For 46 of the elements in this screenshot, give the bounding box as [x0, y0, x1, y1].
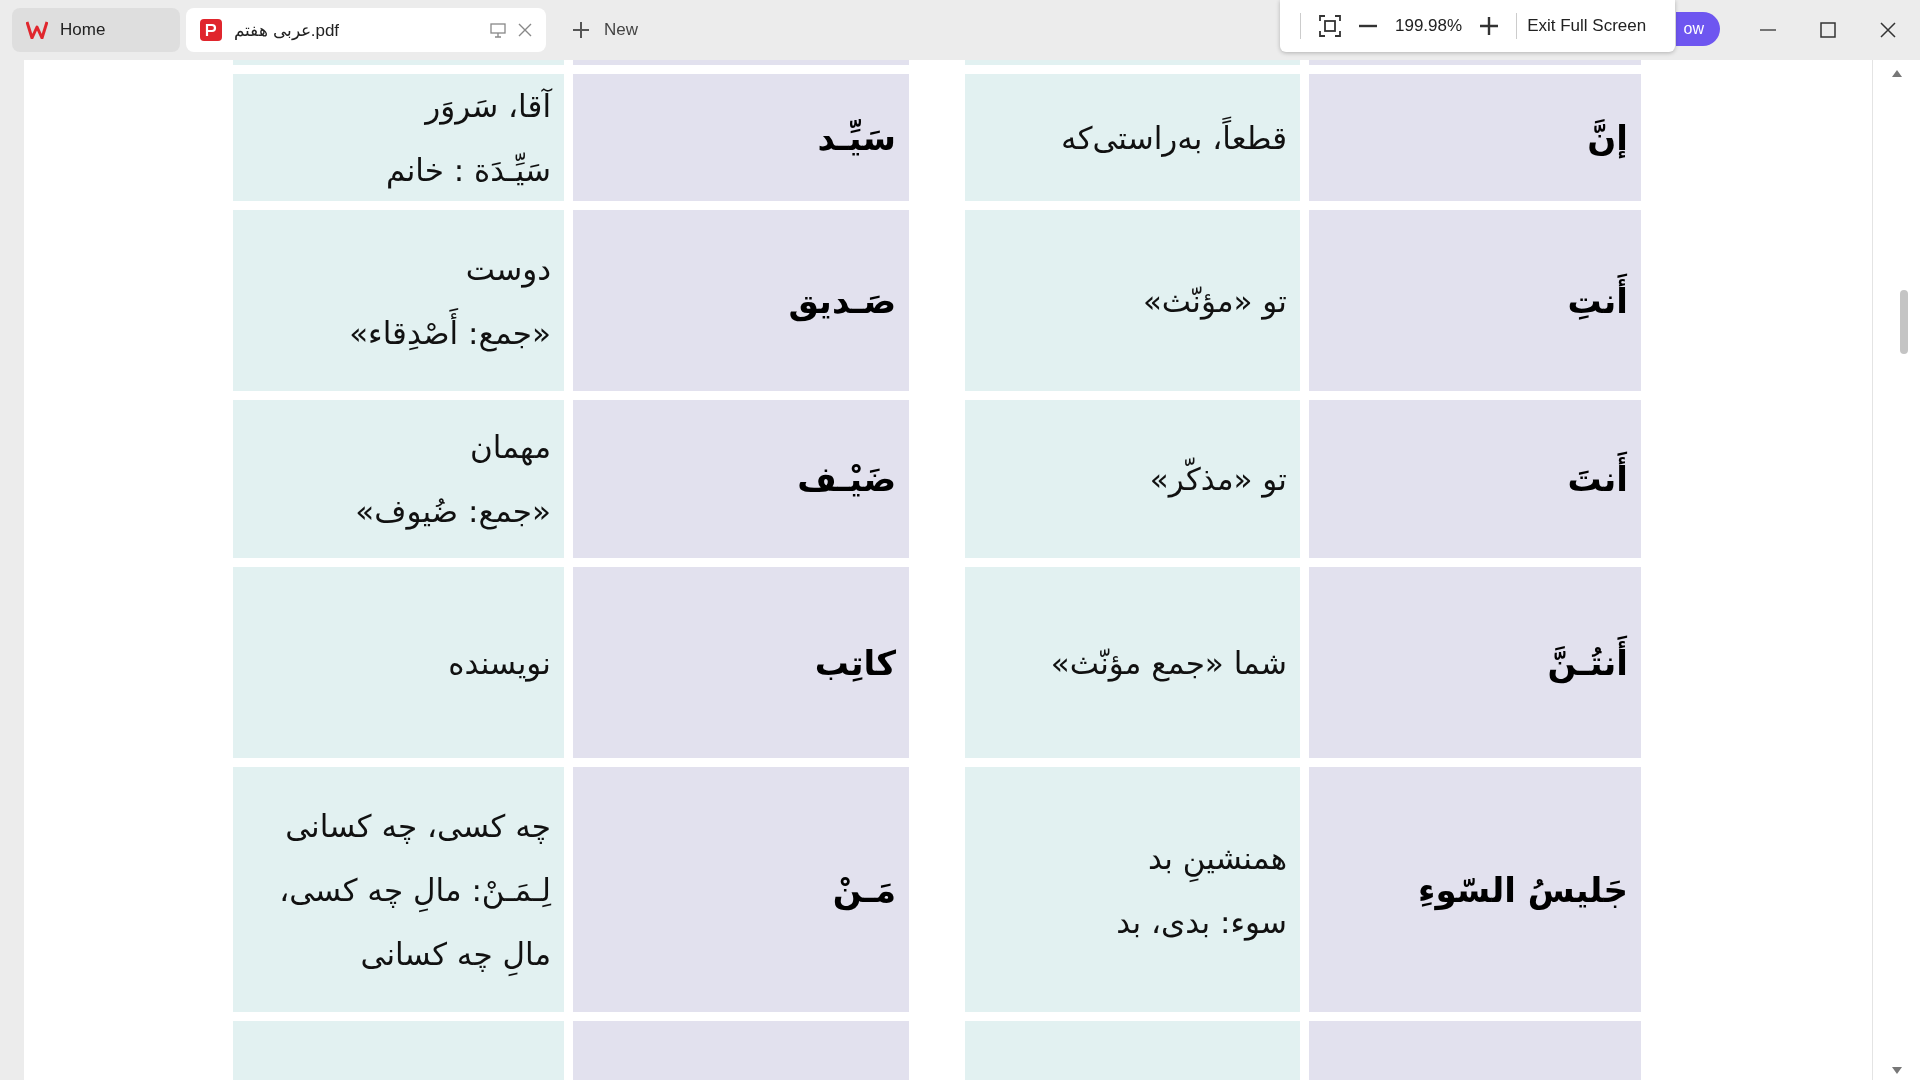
scroll-up-icon[interactable] [1891, 70, 1902, 77]
word-text: ضَیْـف [797, 458, 896, 501]
zoom-out-icon[interactable] [1359, 24, 1377, 28]
meaning-text: نویسنده [448, 643, 551, 684]
zoom-level: 199.98% [1395, 16, 1463, 36]
word-text: مَـنْ [832, 868, 896, 913]
meaning-text: تو «مؤنّث» [1142, 281, 1287, 322]
meaning-text: مهمان [469, 428, 551, 468]
meaning-text: لِـمَـنْ: مالِ چه کسی، [279, 857, 551, 922]
scroll-down-icon[interactable] [1891, 1067, 1902, 1074]
meaning-text: چه کسی، چه کسانی [285, 806, 551, 846]
plus-icon [572, 21, 590, 39]
meaning-text: «جمع: أَصْدِقاء» [349, 300, 551, 365]
new-tab-label: New [604, 20, 638, 40]
pdf-icon [200, 19, 222, 41]
meaning-text: «جمع: ضُیوف» [355, 492, 551, 532]
word-text: کاتِب [814, 641, 896, 685]
meaning-text: دوست [465, 249, 551, 290]
new-tab-button[interactable]: New [568, 16, 642, 44]
tab-label: Home [60, 20, 106, 40]
zoom-in-icon[interactable] [1480, 17, 1499, 35]
w-logo-icon [26, 21, 48, 39]
tab-label: عربی هفتم.pdf [234, 19, 340, 41]
word-text: سَیِّـد [817, 116, 896, 160]
meaning-text: سَیِّـدَة : خانم [386, 150, 551, 191]
tab[interactable]: عربی هفتم.pdf [186, 8, 546, 52]
close-tab-icon[interactable] [518, 23, 532, 37]
word-text: صَـدیق [788, 279, 896, 324]
meaning-text: سوء: بدی، بد [1116, 902, 1287, 943]
tab[interactable]: Home [12, 8, 180, 52]
meaning-text: آقا، سَروَر [425, 86, 551, 127]
fit-screen-icon[interactable] [1319, 15, 1341, 37]
word-text: إنَّ [1587, 116, 1628, 161]
meaning-text: شما «جمع مؤنّث» [1050, 643, 1287, 684]
scrollbar-thumb[interactable] [1899, 290, 1908, 354]
word-text: أَنتِ [1567, 265, 1628, 336]
word-text: أَنتَ [1567, 444, 1628, 514]
word-text: جَلیسُ السّوءِ [1418, 868, 1628, 913]
meaning-text: قطعاً، به‌راستی‌که [1061, 105, 1287, 170]
action-button[interactable]: ow [1676, 12, 1720, 46]
meaning-text: همنشینِ بد [1148, 825, 1287, 890]
meaning-text: مالِ چه کسانی [360, 921, 551, 986]
word-text: أَنتُـنَّ [1547, 627, 1628, 698]
monitor-icon[interactable] [490, 22, 506, 38]
exit-full-screen-button[interactable]: Exit Full Screen [1527, 16, 1647, 36]
meaning-text: تو «مذکّر» [1149, 447, 1287, 511]
